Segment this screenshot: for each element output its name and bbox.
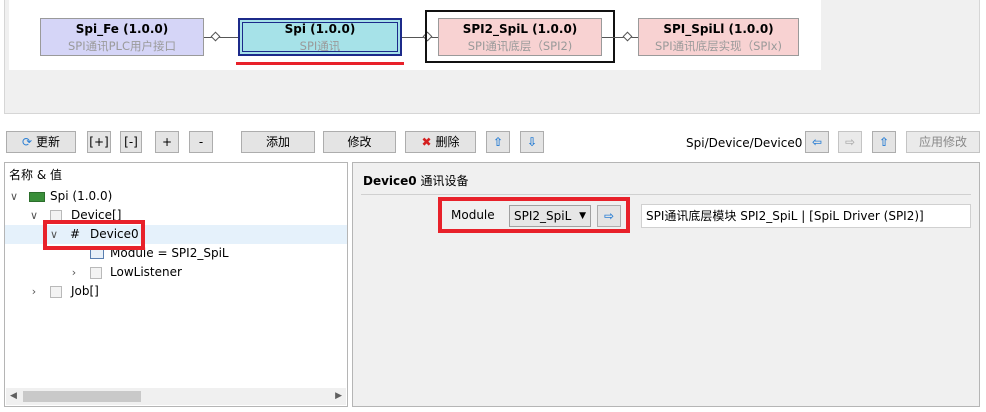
refresh-icon: ⟳	[22, 135, 33, 149]
module-diagram-canvas: Spi_Fe (1.0.0) SPI通讯PLC用户接口 Spi (1.0.0) …	[9, 0, 821, 70]
module-subtitle: SPI通讯PLC用户接口	[68, 39, 176, 53]
back-button[interactable]: ⇦	[805, 131, 829, 153]
toolbar: ⟳ 更新 [+] [-] + - 添加 修改 ✖ 删除 ⇧ ⇩ Spi/Devi…	[0, 127, 986, 157]
tree-node-job-array[interactable]: › Job[]	[5, 282, 347, 301]
tree-header: 名称 & 值	[9, 168, 62, 182]
expand-button[interactable]: +	[155, 131, 179, 153]
detail-title: Device0 通讯设备	[363, 172, 468, 189]
left-arrow-icon: ⇦	[811, 135, 823, 149]
scroll-left-icon[interactable]: ◀	[10, 391, 17, 401]
tree-node-lowlistener[interactable]: › LowListener	[5, 263, 347, 282]
module-highlight-box	[438, 197, 630, 233]
move-up-button[interactable]: ⇧	[486, 131, 510, 153]
module-title: SPI2_SpiL (1.0.0)	[462, 22, 578, 36]
tree-panel: 名称 & 值 ∨ Spi (1.0.0) ∨ Device[] ∨ # Devi…	[4, 162, 348, 407]
object-icon	[90, 267, 102, 279]
chevron-down-icon[interactable]: ∨	[9, 187, 19, 206]
module-connector	[204, 37, 238, 38]
module-node-spi-spill[interactable]: SPI_SpiLl (1.0.0) SPI通讯底层实现（SPIx)	[638, 18, 799, 56]
move-down-button[interactable]: ⇩	[520, 131, 544, 153]
up-arrow-icon: ⇧	[878, 135, 890, 149]
current-path: Spi/Device/Device0	[686, 136, 803, 150]
detail-title-name: Device0	[363, 174, 417, 188]
forward-button[interactable]: ⇨	[838, 131, 862, 153]
edit-button[interactable]: 修改	[323, 131, 396, 153]
collapse-all-button[interactable]: [-]	[120, 131, 142, 153]
parent-button[interactable]: ⇧	[872, 131, 896, 153]
module-diagram-area: Spi_Fe (1.0.0) SPI通讯PLC用户接口 Spi (1.0.0) …	[4, 0, 980, 114]
right-arrow-icon: ⇨	[844, 135, 856, 149]
scrollbar-thumb[interactable]	[23, 391, 141, 402]
selected-module-underline	[236, 62, 404, 65]
detail-panel: Device0 通讯设备 Module SPI2_SpiL ▼ ⇨ SPI通讯底…	[352, 162, 980, 407]
tree-node-label: Spi (1.0.0)	[50, 189, 113, 203]
array-icon	[50, 286, 62, 298]
expand-all-button[interactable]: [+]	[87, 131, 111, 153]
module-connector	[602, 37, 638, 38]
module-subtitle: SPI通讯底层（SPI2)	[467, 39, 573, 53]
delete-button[interactable]: ✖ 删除	[405, 131, 476, 153]
module-subtitle: SPI通讯	[299, 39, 341, 53]
divider	[361, 194, 971, 195]
down-arrow-icon: ⇩	[526, 135, 538, 149]
connector-diamond-icon	[622, 31, 633, 42]
detail-title-desc: 通讯设备	[416, 174, 469, 188]
delete-label: 删除	[435, 135, 460, 149]
apply-changes-button[interactable]: 应用修改	[906, 131, 980, 153]
refresh-button[interactable]: ⟳ 更新	[6, 131, 76, 153]
horizontal-scrollbar[interactable]: ◀ ▶	[6, 388, 346, 405]
device0-highlight-box	[43, 220, 145, 250]
scroll-right-icon[interactable]: ▶	[335, 391, 342, 401]
module-title: Spi_Fe (1.0.0)	[75, 22, 169, 36]
connector-diamond-icon	[210, 31, 221, 42]
delete-x-icon: ✖	[421, 135, 432, 149]
tree-node-label: LowListener	[110, 265, 182, 279]
collapse-button[interactable]: -	[189, 131, 213, 153]
tree-node-spi[interactable]: ∨ Spi (1.0.0)	[5, 187, 347, 206]
chevron-right-icon[interactable]: ›	[69, 263, 79, 282]
add-button[interactable]: 添加	[241, 131, 315, 153]
module-description: SPI通讯底层模块 SPI2_SpiL | [SpiL Driver (SPI2…	[641, 204, 971, 228]
chevron-right-icon[interactable]: ›	[29, 282, 39, 301]
module-chip-icon	[29, 192, 45, 202]
module-node-spi-fe[interactable]: Spi_Fe (1.0.0) SPI通讯PLC用户接口	[40, 18, 204, 56]
tree-node-label: Job[]	[71, 284, 99, 298]
module-node-spi[interactable]: Spi (1.0.0) SPI通讯	[238, 18, 402, 56]
refresh-label: 更新	[35, 135, 60, 149]
module-subtitle: SPI通讯底层实现（SPIx)	[654, 39, 783, 53]
chevron-down-icon[interactable]: ∨	[29, 206, 39, 225]
module-title: Spi (1.0.0)	[284, 22, 356, 36]
module-title: SPI_SpiLl (1.0.0)	[663, 22, 774, 36]
up-arrow-icon: ⇧	[492, 135, 504, 149]
module-node-spi2-spil[interactable]: SPI2_SpiL (1.0.0) SPI通讯底层（SPI2)	[438, 18, 602, 56]
